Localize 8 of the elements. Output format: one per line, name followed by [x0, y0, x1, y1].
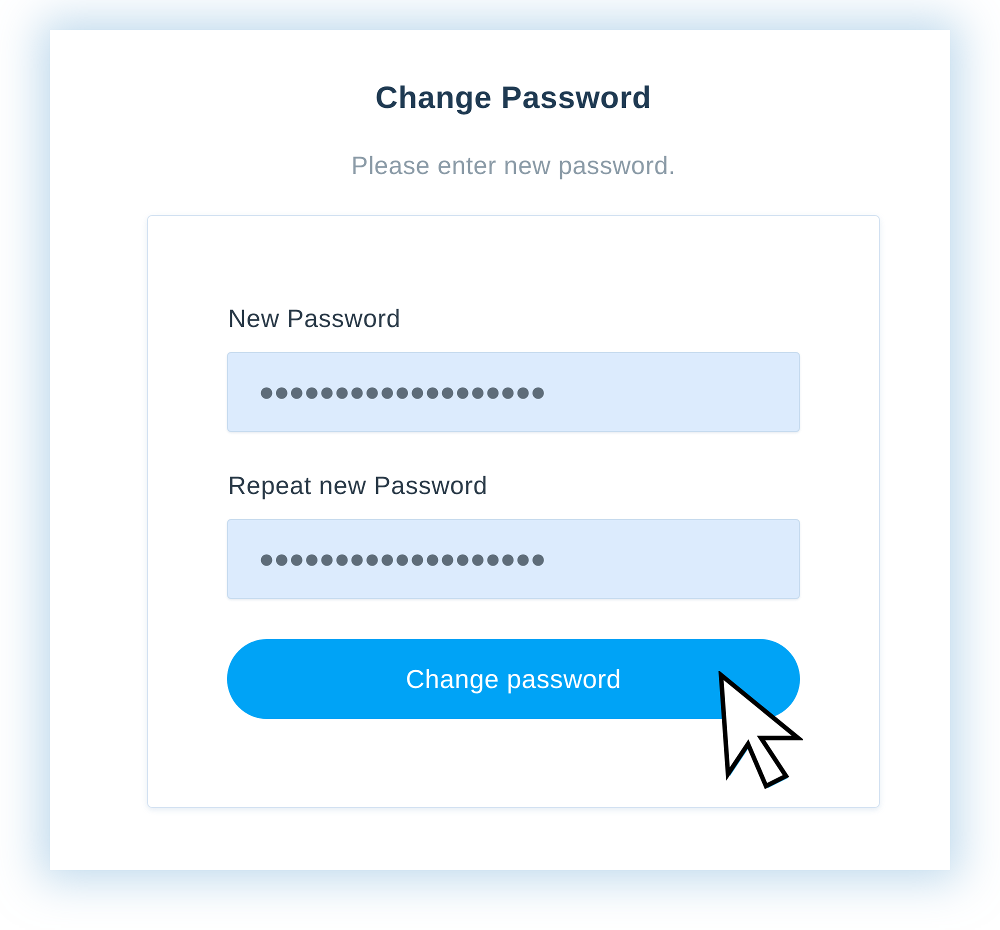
page-title: Change Password: [375, 80, 652, 116]
change-password-button[interactable]: Change password: [227, 639, 800, 719]
password-field[interactable]: ●●●●●●●●●●●●●●●●●●●: [227, 352, 800, 432]
cursor-icon: [717, 671, 803, 791]
password-field[interactable]: ●●●●●●●●●●●●●●●●●●●: [227, 519, 800, 599]
field-label: New Password: [228, 305, 401, 333]
page-subtitle: Please enter new password.: [351, 152, 676, 180]
field-label: Repeat new Password: [228, 472, 488, 500]
